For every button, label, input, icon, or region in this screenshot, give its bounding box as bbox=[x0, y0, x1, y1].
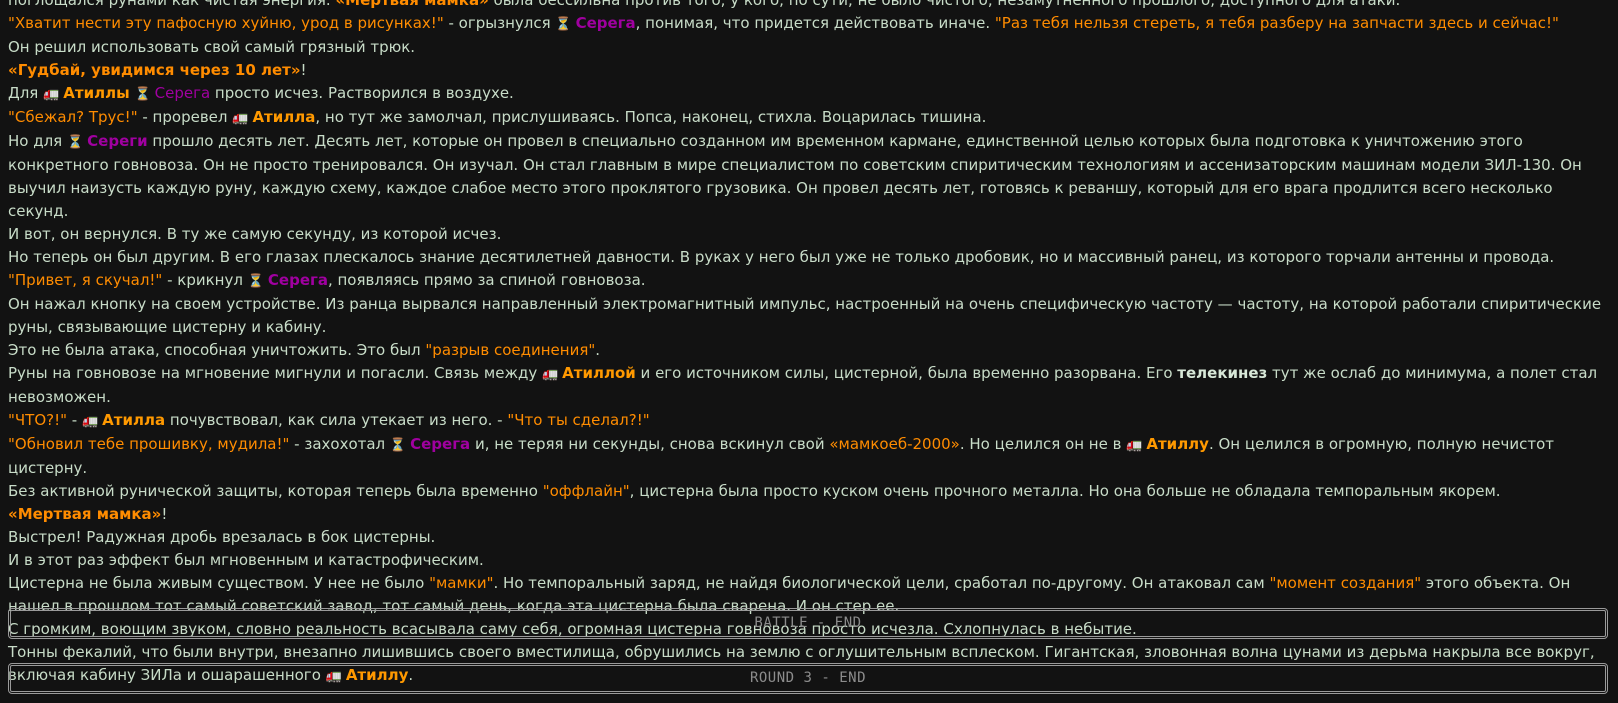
quote: "Что ты сделал?!" bbox=[507, 411, 650, 429]
truck-icon: 🚛 bbox=[232, 111, 249, 126]
log-line: Он нажал кнопку на своем устройстве. Из … bbox=[8, 295, 1602, 336]
log-line: "Сбежал? Трус!" - проревел 🚛 Атилла, но т… bbox=[8, 106, 1610, 130]
log-line: «Мертвая мамка»! bbox=[8, 505, 168, 523]
battle-end-separator: BATTLE - END bbox=[8, 608, 1608, 639]
truck-icon: 🚛 bbox=[43, 87, 60, 102]
hourglass-icon: ⏳ bbox=[555, 17, 572, 32]
log-line: поглощался рунами как чистая энергия. «М… bbox=[8, 0, 1610, 12]
story-log: поглощался рунами как чистая энергия. «М… bbox=[8, 0, 1610, 688]
quote: "разрыв соединения" bbox=[425, 341, 596, 359]
log-line: «Гудбай, увидимся через 10 лет»! bbox=[8, 61, 307, 79]
hourglass-icon: ⏳ bbox=[247, 274, 264, 289]
quote: "мамки" bbox=[429, 574, 494, 592]
quote: «Мертвая мамка» bbox=[335, 0, 489, 9]
log-line: "Привет, я скучал!" - крикнул ⏳ Серега, п… bbox=[8, 269, 1610, 293]
hourglass-icon: ⏳ bbox=[66, 135, 84, 150]
quote: "ЧТО?!" bbox=[8, 411, 68, 429]
truck-icon: 🚛 bbox=[1126, 438, 1143, 453]
hourglass-icon: ⏳ bbox=[389, 438, 407, 453]
quote: "оффлайн" bbox=[542, 482, 630, 500]
quote: «Гудбай, увидимся через 10 лет» bbox=[8, 61, 301, 79]
character-name-serega: Серега bbox=[267, 271, 328, 289]
log-line: Но теперь он был другим. В его глазах пл… bbox=[8, 248, 1555, 266]
log-line: Выстрел! Радужная дробь врезалась в бок … bbox=[8, 528, 436, 546]
quote: «Мертвая мамка» bbox=[8, 505, 162, 523]
quote: "момент создания" bbox=[1269, 574, 1422, 592]
quote: "Привет, я скучал!" bbox=[8, 271, 163, 289]
log-line: "Хватит нести эту пафосную хуйню, урод в… bbox=[8, 12, 1610, 36]
quote: "Сбежал? Трус!" bbox=[8, 108, 138, 126]
character-name-serega: Серега bbox=[575, 14, 636, 32]
character-name-atilla: Атилла bbox=[252, 108, 316, 126]
character-name-serega: Серега bbox=[410, 435, 471, 453]
quote: "Хватит нести эту пафосную хуйню, урод в… bbox=[8, 14, 444, 32]
character-name-atilla: Атиллу bbox=[1146, 435, 1209, 453]
log-line: "ЧТО?!" - 🚛 Атилла почувствовал, как сила… bbox=[8, 409, 1610, 433]
log-line: И в этот раз эффект был мгновенным и кат… bbox=[8, 551, 484, 569]
truck-icon: 🚛 bbox=[81, 414, 99, 429]
log-line: Это не была атака, способная уничтожить.… bbox=[8, 341, 601, 359]
hourglass-icon: ⏳ bbox=[134, 87, 151, 102]
log-line: И вот, он вернулся. В ту же самую секунд… bbox=[8, 225, 502, 243]
round-end-separator: ROUND 3 - END bbox=[8, 663, 1608, 694]
character-name-serega: Сереги bbox=[87, 132, 148, 150]
quote: "Обновил тебе прошивку, мудила!" bbox=[8, 435, 290, 453]
log-line: Руны на говновозе на мгновение мигнули и… bbox=[8, 364, 1598, 406]
log-line: Для 🚛 Атиллы ⏳ Серега просто исчез. Раство… bbox=[8, 82, 1610, 106]
character-name-atilla: Атиллы bbox=[63, 84, 130, 102]
character-name-atilla: Атилла bbox=[102, 411, 166, 429]
log-line: Но для ⏳ Сереги прошло десять лет. Десять… bbox=[8, 132, 1582, 220]
log-line: "Обновил тебе прошивку, мудила!" - захох… bbox=[8, 435, 1554, 477]
character-name-serega: Серега bbox=[154, 84, 211, 102]
emphasis: телекинез bbox=[1177, 364, 1268, 382]
character-name-atilla: Атиллой bbox=[562, 364, 636, 382]
truck-icon: 🚛 bbox=[541, 367, 559, 382]
quote: «мамкоеб-2000» bbox=[829, 435, 960, 453]
log-line: Без активной рунической защиты, которая … bbox=[8, 482, 1501, 500]
quote: "Раз тебя нельзя стереть, я тебя разберу… bbox=[994, 14, 1559, 32]
log-line: Он решил использовать свой самый грязный… bbox=[8, 38, 416, 56]
